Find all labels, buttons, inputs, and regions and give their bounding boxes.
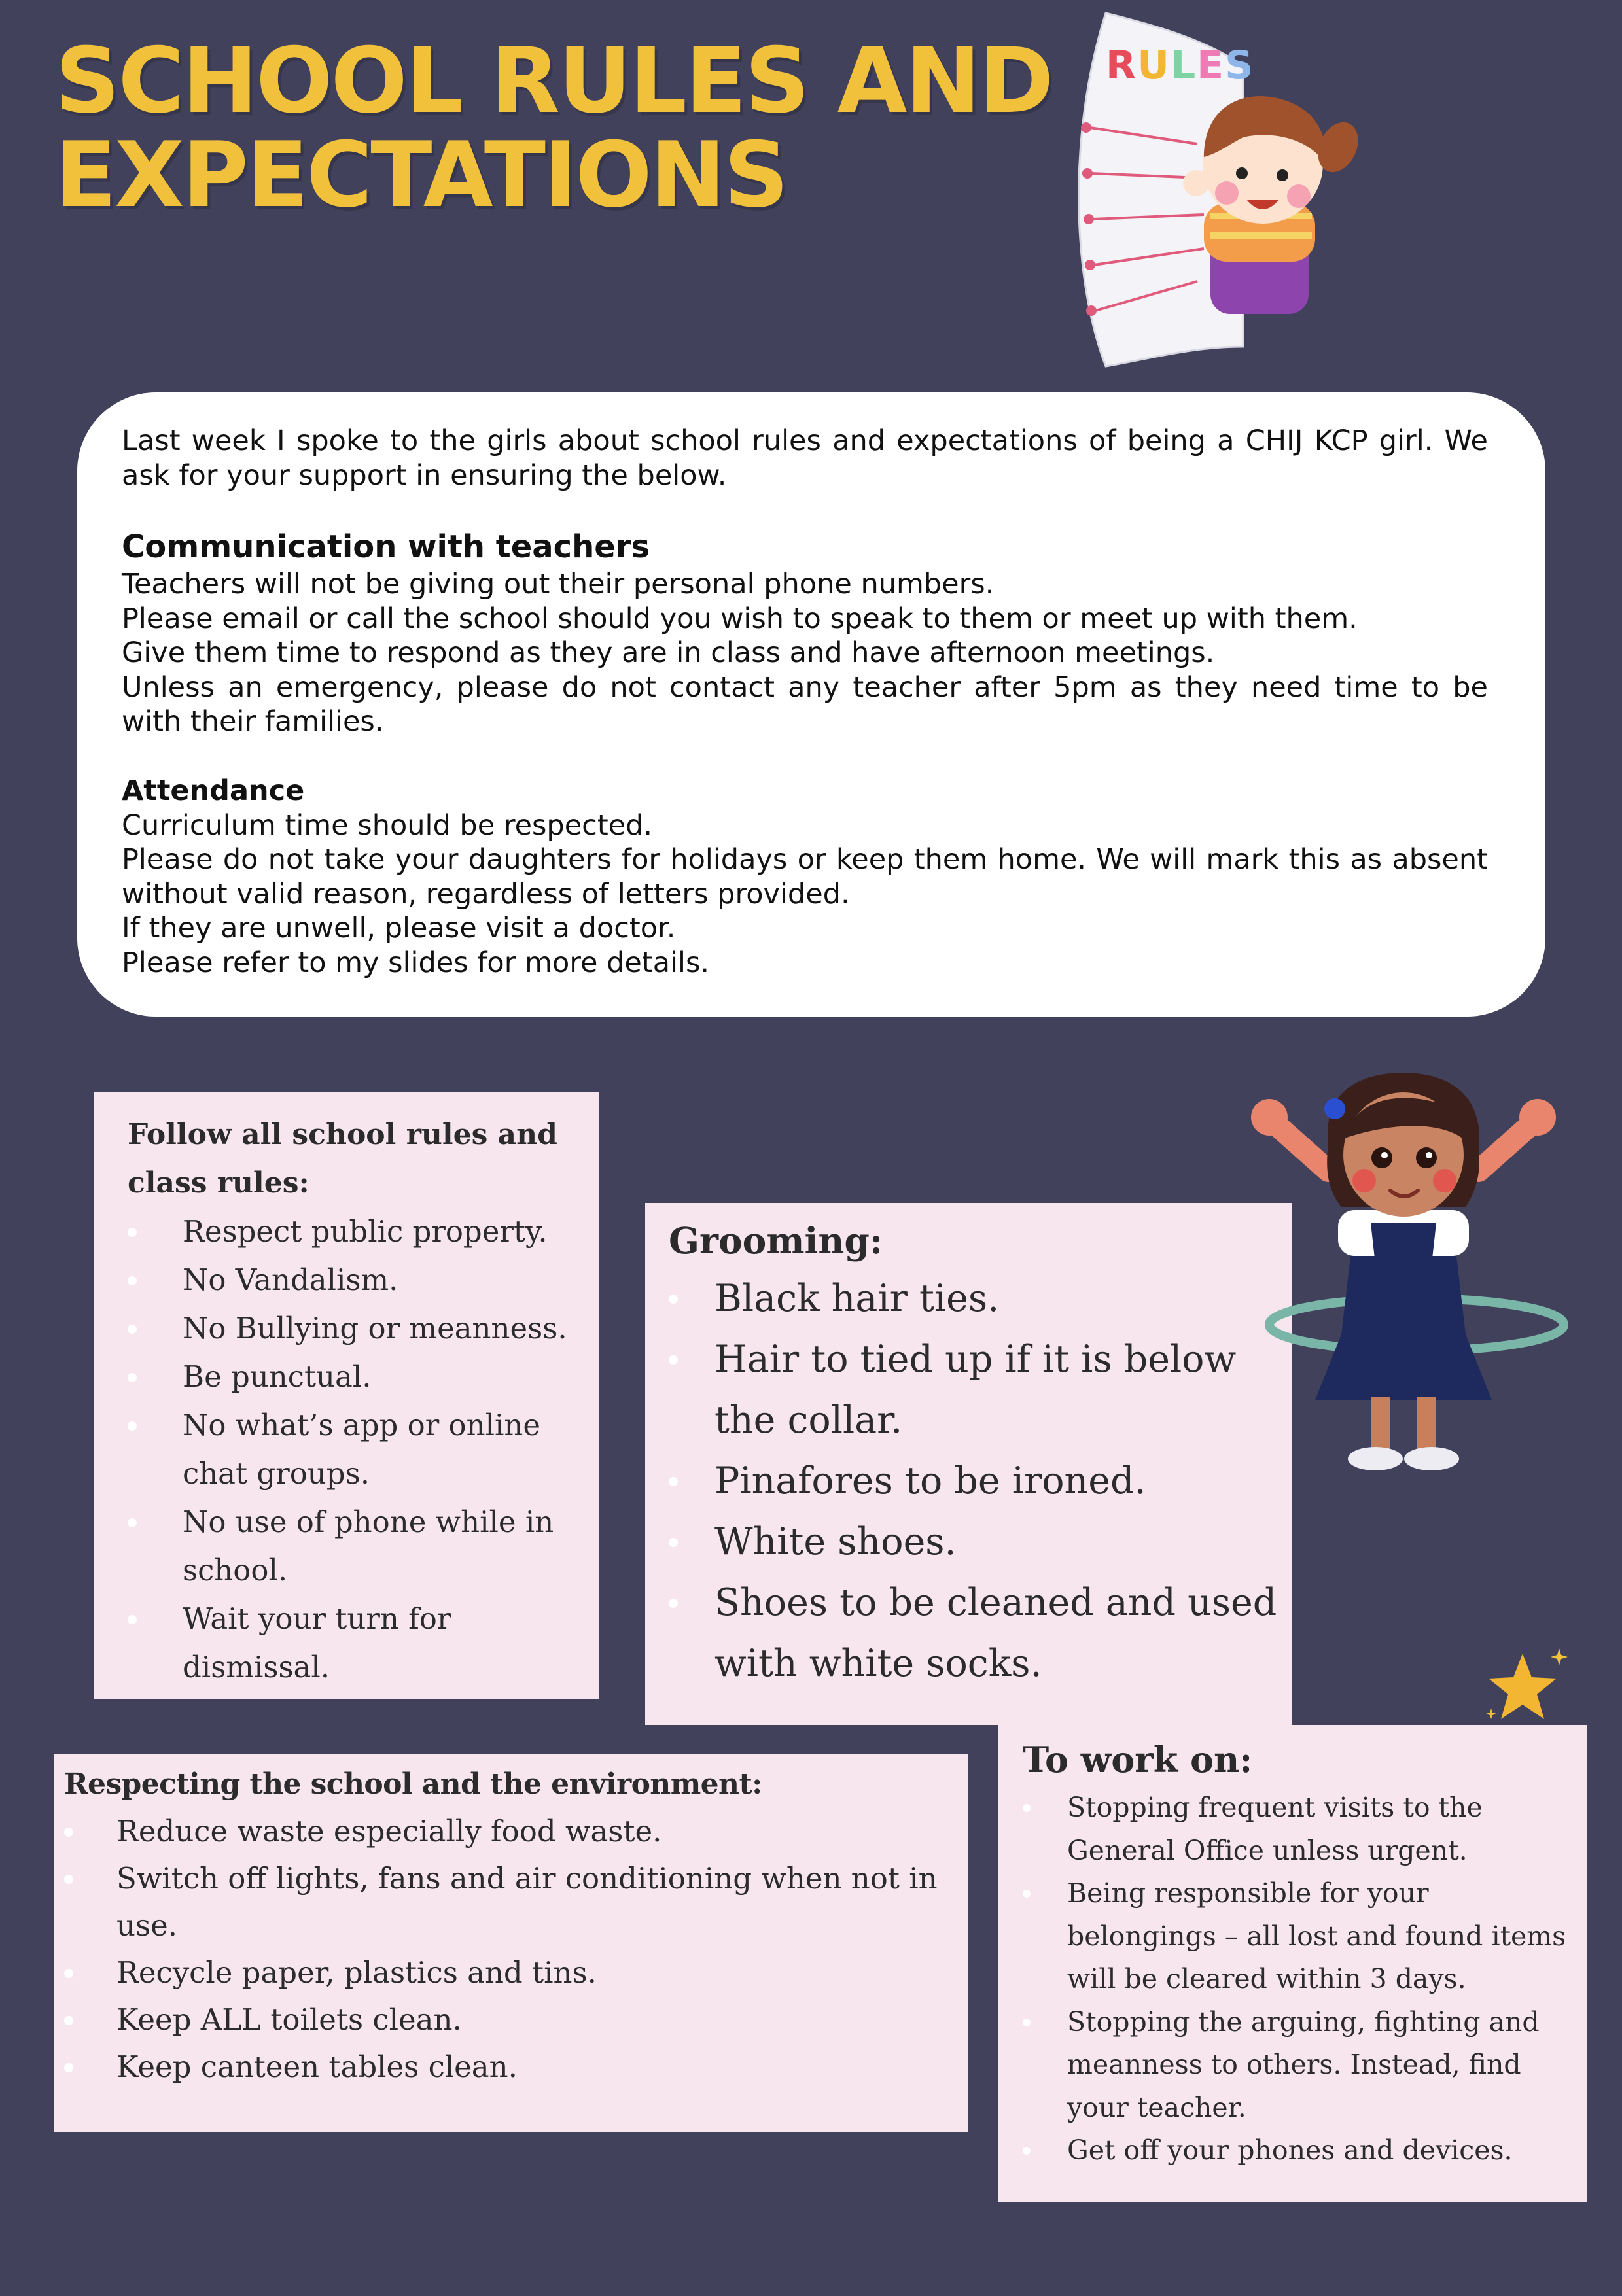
- school-rules-card: Follow all school rules and class rules:…: [94, 1092, 599, 1699]
- title-line-1: SCHOOL RULES AND: [55, 28, 1054, 133]
- star-icon: [1486, 1648, 1568, 1719]
- list-item: Pinafores to be ironed.: [669, 1451, 1285, 1512]
- school-rules-heading: Follow all school rules and class rules:: [128, 1118, 557, 1200]
- list-item: Being responsible for your belongings – …: [1023, 1872, 1581, 2001]
- list-item: Hair to tied up if it is below the colla…: [669, 1329, 1285, 1451]
- grooming-heading: Grooming:: [669, 1219, 883, 1262]
- communication-line: Please email or call the school should y…: [122, 602, 1358, 635]
- list-item: Black hair ties.: [669, 1268, 1285, 1329]
- attendance-heading: Attendance: [122, 774, 305, 807]
- list-item: No Vandalism.: [128, 1256, 586, 1304]
- page-title: SCHOOL RULES AND EXPECTATIONS: [55, 28, 1054, 228]
- attendance-line: Curriculum time should be respected.: [122, 809, 653, 842]
- list-item: Recycle paper, plastics and tins.: [64, 1949, 962, 1996]
- list-item: Switch off lights, fans and air conditio…: [64, 1855, 962, 1949]
- attendance-line: If they are unwell, please visit a docto…: [122, 912, 676, 945]
- list-item: Get off your phones and devices.: [1023, 2129, 1581, 2172]
- communication-line: Teachers will not be giving out their pe…: [122, 568, 995, 600]
- grooming-list: Black hair ties. Hair to tied up if it i…: [669, 1268, 1285, 1694]
- environment-card: Respecting the school and the environmen…: [54, 1754, 968, 2132]
- to-work-on-heading: To work on:: [1023, 1739, 1253, 1781]
- rules-board-girl-illustration: RULES: [1078, 12, 1358, 368]
- list-item: Keep ALL toilets clean.: [64, 1996, 962, 2044]
- communication-heading: Communication with teachers: [122, 529, 650, 565]
- rules-badge-letter-r: R: [1106, 43, 1136, 88]
- list-item: Keep canteen tables clean.: [64, 2044, 962, 2091]
- list-item: No what’s app or online chat groups.: [128, 1401, 586, 1498]
- communication-line: Unless an emergency, please do not conta…: [122, 670, 1488, 739]
- communication-line: Give them time to respond as they are in…: [122, 636, 1215, 669]
- grooming-card: Grooming: Black hair ties. Hair to tied …: [645, 1203, 1292, 1725]
- environment-list: Reduce waste especially food waste. Swit…: [64, 1808, 962, 2091]
- list-item: Respect public property.: [128, 1208, 586, 1256]
- list-item: Stopping the arguing, fighting and meann…: [1023, 2001, 1581, 2130]
- list-item: Wait your turn for dismissal.: [128, 1595, 586, 1692]
- title-line-2: EXPECTATIONS: [55, 122, 789, 228]
- list-item: No Bullying or meanness.: [128, 1304, 586, 1353]
- list-item: No use of phone while in school.: [128, 1498, 586, 1595]
- svg-text:RULES: RULES: [1106, 43, 1253, 88]
- list-item: Shoes to be cleaned and used with white …: [669, 1573, 1285, 1694]
- attendance-line: Please refer to my slides for more detai…: [122, 946, 710, 979]
- to-work-on-list: Stopping frequent visits to the General …: [1023, 1786, 1581, 2172]
- to-work-on-card: To work on: Stopping frequent visits to …: [998, 1725, 1587, 2202]
- list-item: Be punctual.: [128, 1353, 586, 1401]
- intro-opening: Last week I spoke to the girls about sch…: [122, 425, 1488, 492]
- environment-heading: Respecting the school and the environmen…: [64, 1767, 762, 1801]
- intro-message-card: Last week I spoke to the girls about sch…: [77, 392, 1545, 1017]
- attendance-line: Please do not take your daughters for ho…: [122, 843, 1488, 911]
- list-item: Stopping frequent visits to the General …: [1023, 1786, 1581, 1872]
- school-rules-list: Respect public property. No Vandalism. N…: [128, 1208, 586, 1692]
- girl-hula-hoop-illustration: [1251, 1073, 1568, 1470]
- list-item: Reduce waste especially food waste.: [64, 1808, 962, 1855]
- list-item: White shoes.: [669, 1512, 1285, 1573]
